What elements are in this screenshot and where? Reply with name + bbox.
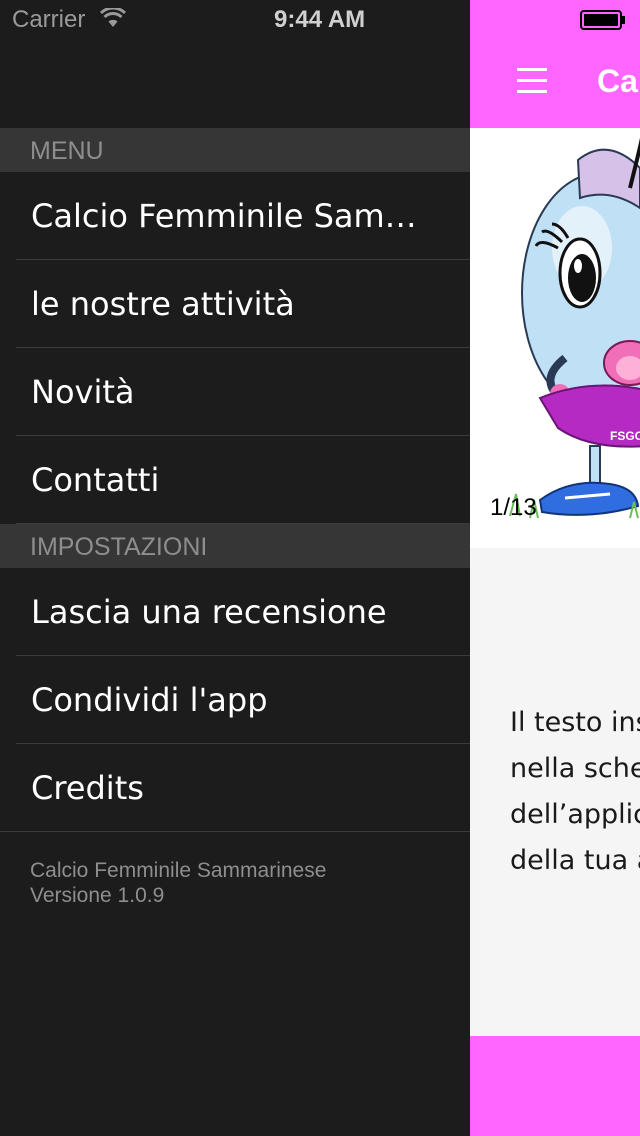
section-header-menu: MENU <box>0 128 470 172</box>
gallery-page-counter: 1/13 <box>490 494 537 521</box>
menu-item-credits[interactable]: Credits <box>0 744 470 832</box>
side-menu: MENU Calcio Femminile Sam… le nostre att… <box>0 0 470 1136</box>
body-text-line: nella sche <box>510 753 640 784</box>
body-text: Il testo ins nella sche dell’applic dell… <box>510 700 640 884</box>
menu-footer: Calcio Femminile Sammarinese Versione 1.… <box>30 858 326 908</box>
image-gallery[interactable]: FSGC 1/13 <box>470 128 640 548</box>
menu-item-condividi-app[interactable]: Condividi l'app <box>0 656 470 744</box>
menu-item-contatti[interactable]: Contatti <box>0 436 470 524</box>
section-header-impostazioni: IMPOSTAZIONI <box>0 524 470 568</box>
carrier-label: Carrier <box>12 6 86 33</box>
nav-title: Ca <box>597 63 638 99</box>
mascot-label: FSGC <box>610 429 640 443</box>
wifi-icon <box>100 8 126 27</box>
menu-item-novita[interactable]: Novità <box>0 348 470 436</box>
menu-item-calcio-femminile[interactable]: Calcio Femminile Sam… <box>0 172 470 260</box>
battery-icon <box>580 10 625 30</box>
status-bar: Carrier 9:44 AM <box>0 0 640 40</box>
menu-item-nostre-attivita[interactable]: le nostre attività <box>0 260 470 348</box>
body-text-line: della tua a <box>510 845 640 876</box>
clock: 9:44 AM <box>274 6 366 33</box>
footer-app-name: Calcio Femminile Sammarinese <box>30 859 327 882</box>
body-text-line: dell’applic <box>510 799 640 830</box>
main-content[interactable]: Ca FSGC 1/13 Il testo ins nella sche del… <box>470 0 640 1136</box>
menu-item-lascia-recensione[interactable]: Lascia una recensione <box>0 568 470 656</box>
bottom-bar <box>470 1036 640 1136</box>
body-text-line: Il testo ins <box>510 707 640 738</box>
hamburger-menu-icon[interactable] <box>517 68 547 94</box>
mascot-image: FSGC <box>509 137 640 519</box>
footer-version: Versione 1.0.9 <box>30 884 165 907</box>
